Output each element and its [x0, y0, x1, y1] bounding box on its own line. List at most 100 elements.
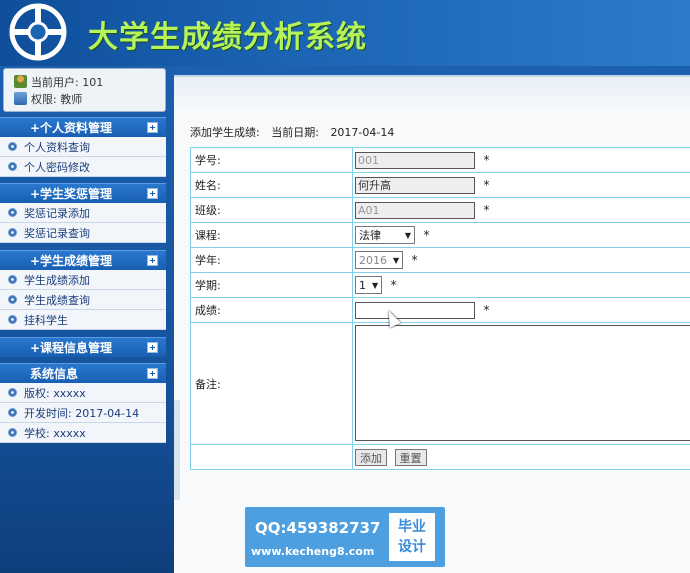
required-mark: * — [411, 253, 418, 267]
course-select-value: 法律 — [359, 229, 381, 242]
menu-head-label: +个人资料管理 — [30, 121, 113, 135]
menu-head-courses[interactable]: +课程信息管理 — [0, 337, 166, 357]
course-select[interactable]: 法律 ▼ — [355, 226, 415, 244]
menu-item-label: 挂科学生 — [24, 313, 68, 327]
row-actions: 添加 重置 — [190, 444, 690, 470]
current-user-text: 当前用户: 101 — [31, 75, 104, 89]
menu-item-label: 个人资料查询 — [24, 140, 90, 154]
add-button[interactable]: 添加 — [355, 448, 387, 466]
required-mark: * — [483, 153, 490, 167]
menu-item-label: 个人密码修改 — [24, 160, 90, 174]
watermark-badge-line1: 毕业 — [398, 519, 426, 535]
menu-section-courses: +课程信息管理 — [0, 337, 166, 357]
page-info: 添加学生成绩: 当前日期: 2017-04-14 — [190, 124, 394, 140]
score-input[interactable] — [355, 301, 475, 319]
row-course: 课程: 法律 ▼ * — [190, 222, 690, 248]
year-select[interactable]: 2016 ▼ — [355, 251, 404, 269]
sidebar-collapse-handle[interactable] — [174, 400, 180, 500]
menu-item-label: 奖惩记录查询 — [24, 226, 90, 240]
label-score: 成绩: — [190, 297, 353, 323]
info-copyright: 版权: xxxxx — [0, 383, 166, 403]
row-score: 成绩: * — [190, 297, 690, 323]
menu-head-label: +学生成绩管理 — [30, 254, 113, 268]
menu-section-system-info: 系统信息 版权: xxxxx 开发时间: 2017-04-14 学校: xxxx… — [0, 363, 166, 443]
menu-item-password-change[interactable]: 个人密码修改 — [0, 157, 166, 177]
info-label: 开发时间: 2017-04-14 — [24, 406, 140, 420]
label-note: 备注: — [190, 322, 353, 445]
row-student-id: 学号: * — [190, 147, 690, 173]
menu-item-score-query[interactable]: 学生成绩查询 — [0, 290, 166, 310]
menu-head-profile[interactable]: +个人资料管理 — [0, 117, 166, 137]
user-icon — [14, 75, 27, 88]
user-role: 权限: 教师 — [14, 90, 165, 107]
required-mark: * — [483, 303, 490, 317]
content-area: 添加学生成绩: 当前日期: 2017-04-14 学号: * 姓名: * 班级:… — [174, 66, 690, 573]
menu-head-label: +课程信息管理 — [30, 341, 113, 355]
bullet-icon — [8, 315, 17, 324]
date-label: 当前日期: — [271, 126, 319, 139]
bullet-icon — [8, 408, 17, 417]
required-mark: * — [423, 228, 430, 242]
chevron-down-icon: ▼ — [372, 280, 379, 290]
watermark-qq: QQ:459382737 — [255, 519, 381, 537]
row-name: 姓名: * — [190, 172, 690, 198]
watermark-badge: 毕业 设计 — [389, 513, 435, 561]
label-year: 学年: — [190, 247, 353, 273]
menu-section-profile: +个人资料管理 个人资料查询 个人密码修改 — [0, 117, 166, 177]
note-textarea[interactable] — [355, 324, 690, 441]
class-input[interactable] — [355, 201, 475, 219]
tab-strip — [174, 76, 690, 110]
reset-button[interactable]: 重置 — [394, 448, 427, 466]
expand-icon[interactable] — [147, 188, 158, 199]
row-note: 备注: — [190, 322, 690, 445]
label-name: 姓名: — [190, 172, 353, 198]
app-title: 大学生成绩分析系统 — [88, 20, 367, 55]
bullet-icon — [8, 162, 17, 171]
menu-item-score-add[interactable]: 学生成绩添加 — [0, 270, 166, 290]
chevron-down-icon: ▼ — [404, 230, 411, 240]
menu-section-rewards: +学生奖惩管理 奖惩记录添加 奖惩记录查询 — [0, 183, 166, 243]
logo-icon — [9, 3, 67, 61]
chevron-down-icon: ▼ — [393, 255, 400, 265]
menu-head-label: +学生奖惩管理 — [30, 187, 113, 201]
info-dev-time: 开发时间: 2017-04-14 — [0, 403, 166, 423]
term-select[interactable]: 1 ▼ — [355, 276, 383, 294]
label-course: 课程: — [190, 222, 353, 248]
expand-icon[interactable] — [147, 342, 158, 353]
info-school: 学校: xxxxx — [0, 423, 166, 443]
term-select-value: 1 — [359, 278, 366, 292]
date-value: 2017-04-14 — [330, 126, 395, 139]
app-header: 大学生成绩分析系统 — [0, 0, 690, 66]
user-info-box: 当前用户: 101 权限: 教师 — [3, 68, 166, 112]
menu-item-failed-students[interactable]: 挂科学生 — [0, 310, 166, 330]
menu-head-scores[interactable]: +学生成绩管理 — [0, 250, 166, 270]
expand-icon[interactable] — [147, 122, 158, 133]
row-year: 学年: 2016 ▼ * — [190, 247, 690, 273]
current-user: 当前用户: 101 — [14, 73, 165, 90]
name-input[interactable] — [355, 176, 475, 194]
bullet-icon — [8, 428, 17, 437]
page-heading: 添加学生成绩: — [190, 126, 260, 139]
row-term: 学期: 1 ▼ * — [190, 272, 690, 298]
year-select-value: 2016 — [359, 253, 387, 267]
user-role-text: 权限: 教师 — [31, 92, 83, 106]
label-class: 班级: — [190, 197, 353, 223]
menu-item-reward-add[interactable]: 奖惩记录添加 — [0, 203, 166, 223]
expand-icon[interactable] — [147, 255, 158, 266]
bullet-icon — [8, 295, 17, 304]
watermark-site: www.kecheng8.com — [251, 545, 375, 558]
required-mark: * — [390, 278, 397, 292]
menu-head-label: 系统信息 — [30, 367, 79, 381]
expand-icon[interactable] — [147, 368, 158, 379]
menu-head-rewards[interactable]: +学生奖惩管理 — [0, 183, 166, 203]
sidebar: 当前用户: 101 权限: 教师 +个人资料管理 个人资料查询 个人密码修改 +… — [0, 66, 174, 573]
info-label: 版权: xxxxx — [24, 386, 86, 400]
menu-item-label: 奖惩记录添加 — [24, 206, 90, 220]
menu-item-profile-query[interactable]: 个人资料查询 — [0, 137, 166, 157]
permission-icon — [14, 92, 27, 105]
menu-item-reward-query[interactable]: 奖惩记录查询 — [0, 223, 166, 243]
student-id-input[interactable] — [355, 151, 475, 169]
row-class: 班级: * — [190, 197, 690, 223]
menu-head-system-info[interactable]: 系统信息 — [0, 363, 166, 383]
label-student-id: 学号: — [190, 147, 353, 173]
